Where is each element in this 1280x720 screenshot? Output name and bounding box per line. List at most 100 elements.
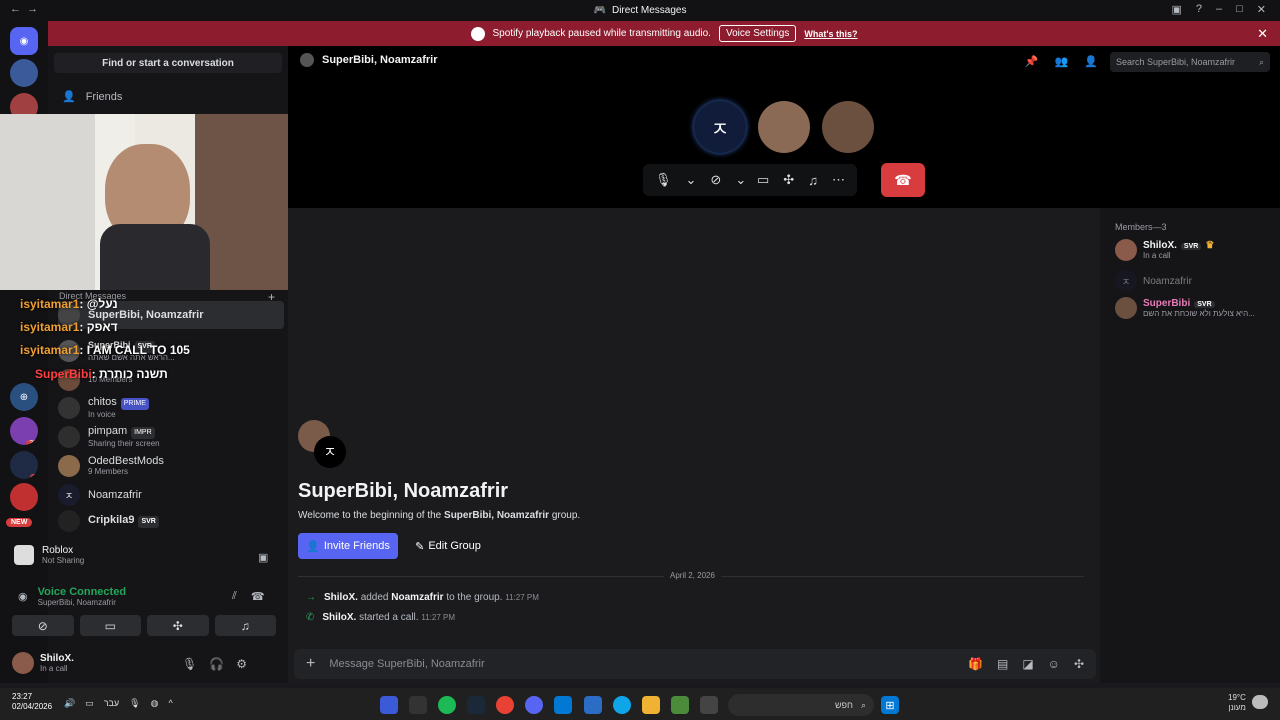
settings-icon[interactable]: ⚙ bbox=[236, 657, 247, 671]
nav-arrows-icon[interactable]: ←→ bbox=[10, 3, 44, 15]
inbox-icon[interactable]: ▣ bbox=[1171, 3, 1181, 16]
share-icon[interactable]: ▣ bbox=[258, 551, 268, 564]
minimize-button[interactable]: – bbox=[1216, 3, 1222, 16]
gif-icon[interactable]: ▤ bbox=[997, 657, 1008, 671]
weather-widget[interactable]: 19°C מעונן bbox=[1228, 693, 1246, 713]
server-icon[interactable] bbox=[10, 59, 38, 87]
windows-start-icon[interactable]: ⊞ bbox=[881, 696, 899, 714]
dm-item[interactable]: Cripkila9 SVR bbox=[58, 510, 284, 532]
end-call-button[interactable]: ☎ bbox=[881, 163, 925, 197]
headphones-icon[interactable]: 🎧 bbox=[209, 657, 224, 671]
chrome-icon[interactable] bbox=[496, 696, 514, 714]
call-participant-avatar[interactable]: ㅈ bbox=[694, 101, 746, 153]
invite-friends-button[interactable]: 👤 Invite Friends bbox=[298, 533, 398, 559]
dm-status: In voice bbox=[88, 410, 116, 419]
message-user[interactable]: ShiloX. bbox=[324, 592, 358, 603]
outlook-icon[interactable] bbox=[554, 696, 572, 714]
user-panel[interactable]: ShiloX. In a call bbox=[12, 652, 74, 674]
dm-item[interactable]: chitos PRIME In voice bbox=[58, 394, 284, 422]
microphone-icon[interactable]: 🎙 bbox=[129, 698, 140, 709]
screen-share-icon[interactable]: ▭ bbox=[79, 615, 141, 636]
members-icon[interactable]: 👤 bbox=[1084, 55, 1098, 68]
find-conversation-input[interactable]: Find or start a conversation bbox=[54, 53, 282, 73]
friends-label: Friends bbox=[85, 90, 123, 103]
screen-share-icon[interactable]: ▭ bbox=[757, 172, 769, 188]
add-friend-icon[interactable]: 👥 bbox=[1055, 55, 1069, 68]
maximize-button[interactable]: □ bbox=[1236, 3, 1243, 16]
soundboard-icon[interactable]: ♫ bbox=[214, 615, 276, 636]
server-icon[interactable]: ⊕ bbox=[10, 383, 38, 411]
voice-settings-button[interactable]: Voice Settings bbox=[718, 25, 797, 42]
search-placeholder: Search SuperBibi, Noamzafrir bbox=[1116, 57, 1236, 67]
activities-icon[interactable]: ✣ bbox=[783, 172, 794, 188]
avatar: ㅈ bbox=[58, 484, 80, 506]
more-icon[interactable]: ⋯ bbox=[832, 172, 845, 188]
avatar bbox=[58, 510, 80, 532]
noise-suppression-icon[interactable]: ⫽ bbox=[232, 590, 237, 603]
member-item[interactable]: SuperBibi SVR היא צולעת ולא שוכחת את השם.… bbox=[1115, 297, 1280, 319]
discord-icon[interactable] bbox=[525, 696, 543, 714]
add-user-icon: 👤 bbox=[306, 540, 320, 553]
taskbar-search[interactable]: חפש ⌕ bbox=[728, 694, 874, 716]
camera-off-icon[interactable]: ⊘ bbox=[710, 172, 721, 188]
dm-item[interactable]: OdedBestMods 9 Members bbox=[58, 452, 284, 480]
search-input[interactable]: Search SuperBibi, Noamzafrir ⌕ bbox=[1110, 52, 1270, 72]
message-user[interactable]: ShiloX. bbox=[322, 612, 356, 623]
gift-icon[interactable]: 🎁 bbox=[968, 657, 983, 671]
server-icon[interactable] bbox=[10, 483, 38, 511]
close-icon[interactable]: ✕ bbox=[1257, 26, 1268, 42]
call-audio-controls: 🎙 ⌄ ⊘ ⌄ bbox=[643, 164, 759, 196]
microphone-icon[interactable]: 🎙 bbox=[655, 172, 672, 188]
dm-item[interactable]: ㅈ Noamzafrir bbox=[58, 481, 284, 509]
app-icon[interactable] bbox=[380, 696, 398, 714]
call-participant-avatar[interactable] bbox=[758, 101, 810, 153]
weather-temp: 19°C bbox=[1228, 693, 1246, 702]
call-participant-avatar[interactable] bbox=[822, 101, 874, 153]
edge-icon[interactable] bbox=[613, 696, 631, 714]
help-icon[interactable]: ? bbox=[1196, 3, 1202, 16]
spotify-icon[interactable] bbox=[438, 696, 456, 714]
members-header: Members—3 bbox=[1115, 222, 1167, 232]
voice-channel[interactable]: SuperBibi, Noamzafrir bbox=[38, 598, 126, 607]
chevron-down-icon[interactable]: ⌄ bbox=[686, 172, 697, 188]
sticker-icon[interactable]: ◪ bbox=[1022, 657, 1033, 671]
message-input[interactable]: Message SuperBibi, Noamzafrir bbox=[329, 658, 484, 670]
voice-connected-label[interactable]: Voice Connected bbox=[38, 586, 126, 598]
explorer-icon[interactable] bbox=[642, 696, 660, 714]
activities-icon[interactable]: ✣ bbox=[147, 615, 209, 636]
app-icon[interactable] bbox=[409, 696, 427, 714]
whats-this-link[interactable]: What's this? bbox=[804, 29, 857, 39]
soundboard-icon[interactable]: ♫ bbox=[808, 173, 818, 188]
camera-off-icon[interactable]: ⊘ bbox=[12, 615, 74, 636]
app-icon[interactable] bbox=[671, 696, 689, 714]
member-item[interactable]: ㅈ Noamzafrir bbox=[1115, 270, 1192, 292]
store-icon[interactable] bbox=[584, 696, 602, 714]
pin-icon[interactable]: 📌 bbox=[1025, 55, 1039, 68]
plus-icon[interactable]: + bbox=[306, 655, 315, 673]
message-target[interactable]: Noamzafrir bbox=[391, 592, 443, 603]
edit-group-button[interactable]: ✎ Edit Group bbox=[406, 533, 490, 559]
friends-nav[interactable]: 👤 Friends bbox=[62, 90, 123, 104]
clock[interactable]: 23:27 02/04/2026 bbox=[12, 692, 52, 712]
server-icon[interactable]: 2 bbox=[10, 451, 38, 479]
volume-icon[interactable]: 🔊 bbox=[64, 698, 75, 709]
steam-icon[interactable] bbox=[467, 696, 485, 714]
app-icon[interactable] bbox=[700, 696, 718, 714]
apps-icon[interactable]: ✣ bbox=[1074, 657, 1084, 671]
tray-app-icon[interactable]: ◍ bbox=[151, 698, 159, 709]
language-indicator[interactable]: עבר bbox=[104, 698, 119, 709]
dm-item[interactable]: pimpam IMPR Sharing their screen bbox=[58, 423, 284, 451]
chevron-up-icon[interactable]: ^ bbox=[168, 698, 172, 709]
member-item[interactable]: ShiloX. SVR ♛ In a call bbox=[1115, 239, 1214, 261]
network-icon[interactable]: ▭ bbox=[85, 698, 94, 709]
message-composer[interactable]: + Message SuperBibi, Noamzafrir 🎁 ▤ ◪ ☺ … bbox=[294, 649, 1096, 679]
close-window-button[interactable]: ✕ bbox=[1257, 3, 1266, 16]
avatar: ㅈ bbox=[1115, 270, 1137, 292]
chat-text: : @נעל bbox=[79, 297, 118, 311]
emoji-icon[interactable]: ☺ bbox=[1048, 657, 1060, 671]
system-message: → ShiloX. added Noamzafrir to the group.… bbox=[306, 592, 539, 603]
server-icon[interactable]: 27 bbox=[10, 417, 38, 445]
microphone-icon[interactable]: 🎙 bbox=[182, 657, 197, 671]
home-icon[interactable]: ◉ bbox=[10, 27, 38, 55]
disconnect-icon[interactable]: ☎ bbox=[251, 590, 265, 603]
